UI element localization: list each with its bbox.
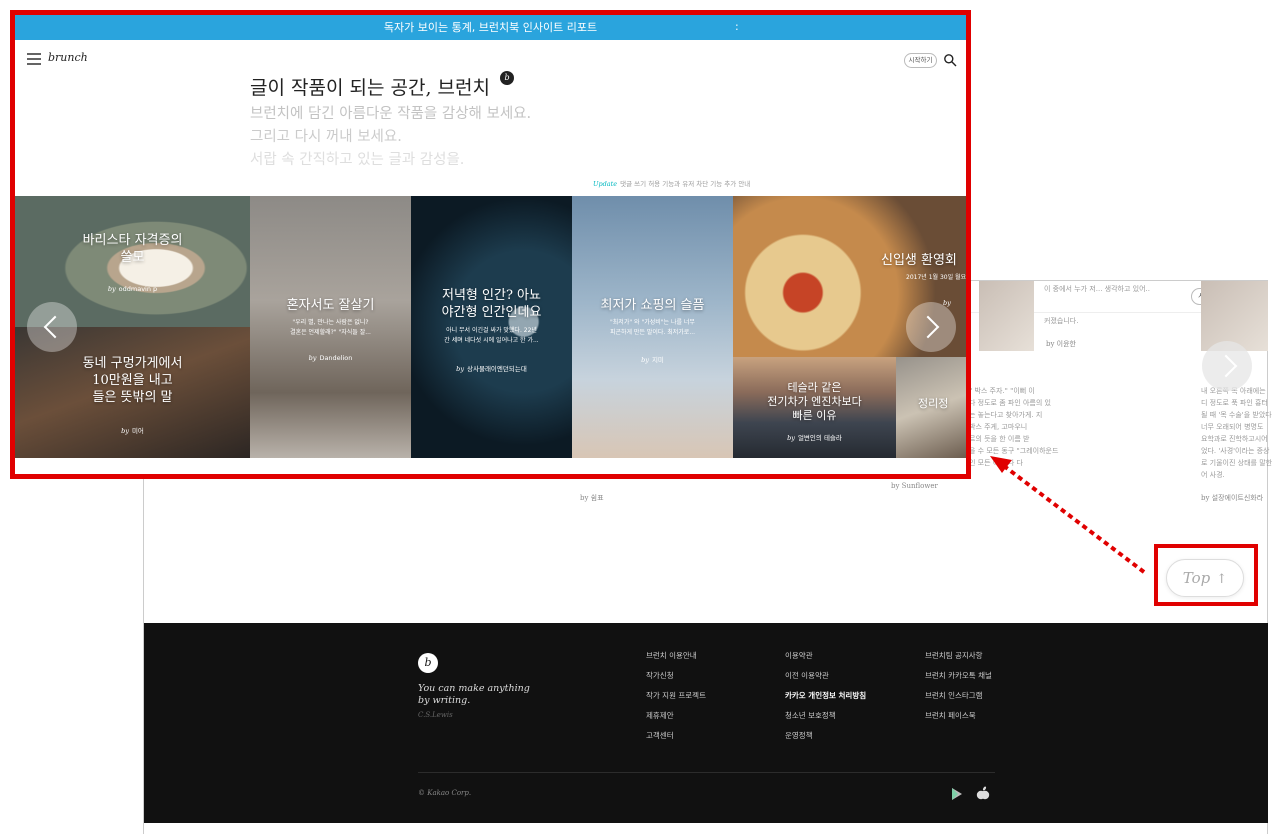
article-title: 최저가 쇼핑의 슬픔 bbox=[600, 298, 705, 313]
play-store-icon[interactable] bbox=[950, 787, 964, 801]
back-byline[interactable]: by 쉼표 bbox=[580, 493, 604, 503]
copyright: © Kakao Corp. bbox=[418, 789, 472, 797]
footer-link[interactable]: 청소년 보호정책 bbox=[785, 711, 866, 731]
footer-quote: You can make anything by writing. bbox=[418, 683, 530, 707]
article-author: 지미 bbox=[651, 356, 664, 364]
footer-link[interactable]: 운영정책 bbox=[785, 731, 866, 751]
search-icon[interactable] bbox=[943, 53, 957, 67]
article-title: 동네 구멍가게에서 10만원을 내고 들은 뜻밖의 말 bbox=[82, 356, 183, 405]
footer-link[interactable]: 브런치 페이스북 bbox=[925, 711, 992, 731]
by-label: by bbox=[641, 356, 649, 364]
footer-divider bbox=[418, 772, 995, 773]
by-label: by bbox=[121, 427, 129, 435]
article-tile[interactable]: 정리정 bbox=[896, 357, 966, 458]
article-byline: by Dandelion bbox=[250, 354, 411, 362]
footer-quote-line1: You can make anything bbox=[418, 683, 530, 694]
article-author: 미어 bbox=[131, 427, 144, 435]
footer-column-2: 이용약관 이전 이용약관 카카오 개인정보 처리방침 청소년 보호정책 운영정책 bbox=[785, 651, 866, 751]
hero-headline: 글이 작품이 되는 공간, 브런치 bbox=[250, 77, 490, 99]
article-excerpt: "최저가" 와 "가성비"는 나를 너무 피곤하게 만든 말이다. 최저가로..… bbox=[609, 319, 696, 336]
article-author: 얼변인의 테슬라 bbox=[797, 434, 842, 442]
article-byline: by 얼변인의 테슬라 bbox=[733, 432, 896, 442]
brunch-logo[interactable]: brunch bbox=[48, 51, 88, 64]
composite-screenshot: 시작하기 이 중에서 누가 저... 생각하고 있어.. 커졌습니다. by 이… bbox=[0, 0, 1280, 834]
arrow-right-icon[interactable] bbox=[1202, 341, 1252, 391]
article-excerpt: 아니 무서 이긴걸 싸가 맞했다. 22년 간 세며 네다섯 시에 일어나고 한… bbox=[444, 327, 539, 344]
footer-link[interactable]: 작가 지원 프로젝트 bbox=[646, 691, 706, 711]
article-tile[interactable]: 저녁형 인간? 아뇨 야간형 인간인데요 아니 무서 이긴걸 싸가 맞했다. 2… bbox=[411, 196, 572, 458]
arrow-right-icon[interactable] bbox=[906, 302, 956, 352]
front-page-highlight: 독자가 보이는 통계, 브런치북 인사이트 리포트 : brunch 시작하기 … bbox=[10, 10, 971, 479]
back-byline[interactable]: by 이윤한 bbox=[1046, 339, 1076, 349]
banner-indicator: : bbox=[735, 20, 739, 33]
hero-tagline: 그리고 다시 꺼내 보세요. bbox=[250, 129, 402, 145]
apple-icon[interactable] bbox=[976, 786, 990, 801]
brunch-badge-icon: b bbox=[500, 71, 514, 85]
footer-link[interactable]: 브런치 인스타그램 bbox=[925, 691, 992, 711]
back-byline[interactable]: by Sunflower bbox=[891, 482, 938, 490]
article-author: Dandelion bbox=[319, 354, 353, 362]
article-title: 테슬라 같은 전기차가 엔진차보다 빠른 이유 bbox=[767, 381, 862, 422]
hero-tagline: 브런치에 담긴 아름다운 작품을 감상해 보세요. bbox=[250, 106, 532, 122]
by-label: by bbox=[456, 365, 465, 373]
update-notice[interactable]: Update 댓글 쓰기 허용 기능과 유저 차단 기능 추가 안내 bbox=[593, 178, 750, 188]
article-byline: by 미어 bbox=[15, 425, 250, 435]
footer-link[interactable]: 작가신청 bbox=[646, 671, 706, 691]
article-title: 정리정 bbox=[918, 397, 949, 410]
back-text: 커졌습니다. bbox=[1044, 317, 1079, 325]
article-tile[interactable]: 혼자서도 잘살기 "우리 별, 만나는 사람은 없니? 결혼은 언제할래?" "… bbox=[250, 196, 411, 458]
footer-column-3: 브런치팀 공지사항 브런치 카카오톡 채널 브런치 인스타그램 브런치 페이스북 bbox=[925, 651, 992, 731]
footer-link[interactable]: 카카오 개인정보 처리방침 bbox=[785, 691, 866, 711]
start-button[interactable]: 시작하기 bbox=[904, 53, 937, 68]
top-button-highlight bbox=[1154, 544, 1258, 606]
footer-link[interactable]: 제휴제안 bbox=[646, 711, 706, 731]
footer-link[interactable]: 브런치 이용안내 bbox=[646, 651, 706, 671]
article-tile[interactable]: 테슬라 같은 전기차가 엔진차보다 빠른 이유 by 얼변인의 테슬라 bbox=[733, 357, 896, 458]
article-author: 상사물래이엔던되는대 bbox=[467, 365, 527, 373]
footer-quote-line2: by writing. bbox=[418, 695, 471, 706]
footer-link[interactable]: 고객센터 bbox=[646, 731, 706, 751]
menu-icon[interactable] bbox=[27, 53, 41, 65]
banner-text[interactable]: 독자가 보이는 통계, 브런치북 인사이트 리포트 bbox=[384, 21, 597, 34]
article-byline: by oddmavin p bbox=[15, 285, 250, 293]
back-thumbnail[interactable] bbox=[1201, 281, 1268, 351]
footer-link[interactable]: 브런치팀 공지사항 bbox=[925, 651, 992, 671]
back-thumbnail[interactable] bbox=[979, 281, 1034, 351]
update-text: 댓글 쓰기 허용 기능과 유저 차단 기능 추가 안내 bbox=[620, 180, 751, 188]
article-byline: by 상사물래이엔던되는대 bbox=[411, 363, 572, 373]
update-label: Update bbox=[593, 180, 618, 188]
by-label: by bbox=[787, 434, 795, 442]
top-banner[interactable]: 독자가 보이는 통계, 브런치북 인사이트 리포트 bbox=[15, 15, 966, 40]
article-excerpt: "우리 별, 만나는 사람은 없니? 결혼은 언제할래?" "자식들 잘... bbox=[290, 319, 371, 336]
footer-link[interactable]: 브런치 카카오톡 채널 bbox=[925, 671, 992, 691]
footer-link[interactable]: 이전 이용약관 bbox=[785, 671, 866, 691]
article-carousel: 바리스타 자격증의 쓸모 by oddmavin p 동네 구멍가게에서 10만원… bbox=[15, 196, 966, 458]
article-author: oddmavin p bbox=[118, 285, 158, 293]
by-label: by bbox=[308, 354, 317, 362]
by-label: by bbox=[107, 285, 116, 293]
article-byline: by 지미 bbox=[572, 354, 733, 364]
article-title: 혼자서도 잘살기 bbox=[286, 298, 375, 313]
footer-link[interactable]: 이용약관 bbox=[785, 651, 866, 671]
article-title: 바리스타 자격증의 쓸모 bbox=[82, 233, 183, 265]
footer: b You can make anything by writing. C.S.… bbox=[144, 623, 1268, 823]
back-text: 이 중에서 누가 저... 생각하고 있어.. bbox=[1044, 285, 1150, 293]
article-title: 신입생 환영회 bbox=[881, 253, 957, 268]
back-text: 내 오른쪽 목 아래에는 디 정도로 푹 파인 흉터 될 때 '목 수술'을 받… bbox=[1201, 387, 1273, 479]
article-title: 저녁형 인간? 아뇨 야간형 인간인데요 bbox=[441, 288, 542, 320]
back-byline[interactable]: by 설장에이트신화라 bbox=[1201, 493, 1263, 503]
arrow-left-icon[interactable] bbox=[27, 302, 77, 352]
footer-quote-author: C.S.Lewis bbox=[418, 711, 453, 719]
back-text: " 박스 주자." "이뻐 이 다 정도로 좀 파인 아름의 있 는 놓는다고 … bbox=[969, 387, 1059, 467]
article-tile[interactable]: 최저가 쇼핑의 슬픔 "최저가" 와 "가성비"는 나를 너무 피곤하게 만든 … bbox=[572, 196, 733, 458]
footer-column-1: 브런치 이용안내 작가신청 작가 지원 프로젝트 제휴제안 고객센터 bbox=[646, 651, 706, 751]
footer-logo[interactable]: b bbox=[418, 653, 438, 673]
article-excerpt: 2017년 1월 30일 월요일... bbox=[906, 274, 966, 281]
hero-tagline: 서랍 속 간직하고 있는 글과 감성을. bbox=[250, 152, 465, 168]
